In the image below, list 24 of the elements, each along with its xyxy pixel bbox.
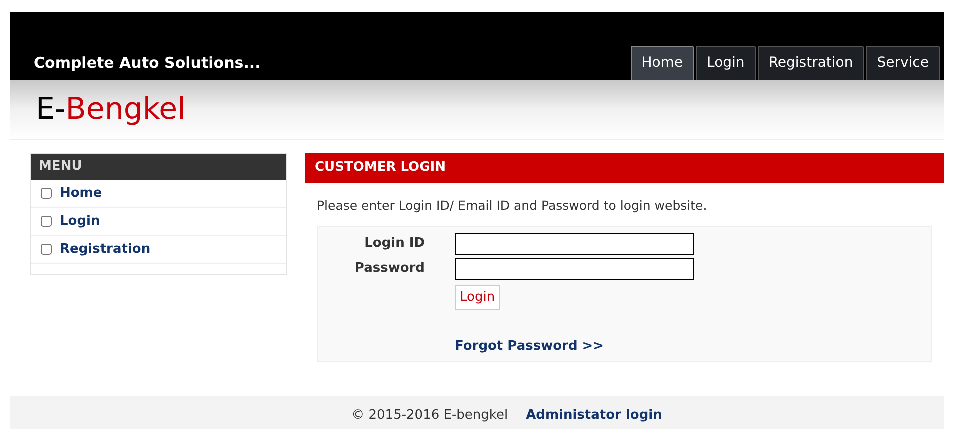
field-label: Login ID — [364, 235, 426, 253]
menu-checkbox[interactable] — [41, 188, 52, 199]
nav-tab[interactable]: Home — [630, 46, 694, 80]
menu-checkbox[interactable] — [41, 216, 52, 227]
copyright-text: © 2015-2016 E-bengkel — [352, 406, 508, 425]
sidebar-title: MENU — [31, 154, 286, 180]
field-label: Password — [354, 260, 426, 278]
menu-checkbox[interactable] — [41, 244, 52, 255]
admin-login-link[interactable]: Administator login — [526, 406, 662, 426]
nav-tab[interactable]: Login — [696, 46, 756, 80]
login-header: CUSTOMER LOGIN — [305, 153, 944, 183]
logo-name: Bengkel — [66, 91, 186, 129]
nav-tab[interactable]: Service — [866, 46, 940, 80]
menu-link[interactable]: Home — [60, 184, 102, 204]
tagline: Complete Auto Solutions... — [34, 52, 261, 74]
menu-link[interactable]: Login — [60, 212, 100, 232]
forgot-password-link[interactable]: Forgot Password >> — [455, 336, 604, 356]
input-field[interactable] — [455, 232, 694, 255]
menu-link[interactable]: Registration — [60, 240, 151, 260]
login-intro: Please enter Login ID/ Email ID and Password to login website. — [317, 197, 708, 215]
input-field[interactable] — [455, 258, 694, 280]
logo-prefix: E- — [36, 91, 66, 129]
login-button[interactable]: Login — [455, 284, 500, 310]
nav-tab[interactable]: Registration — [758, 46, 864, 80]
